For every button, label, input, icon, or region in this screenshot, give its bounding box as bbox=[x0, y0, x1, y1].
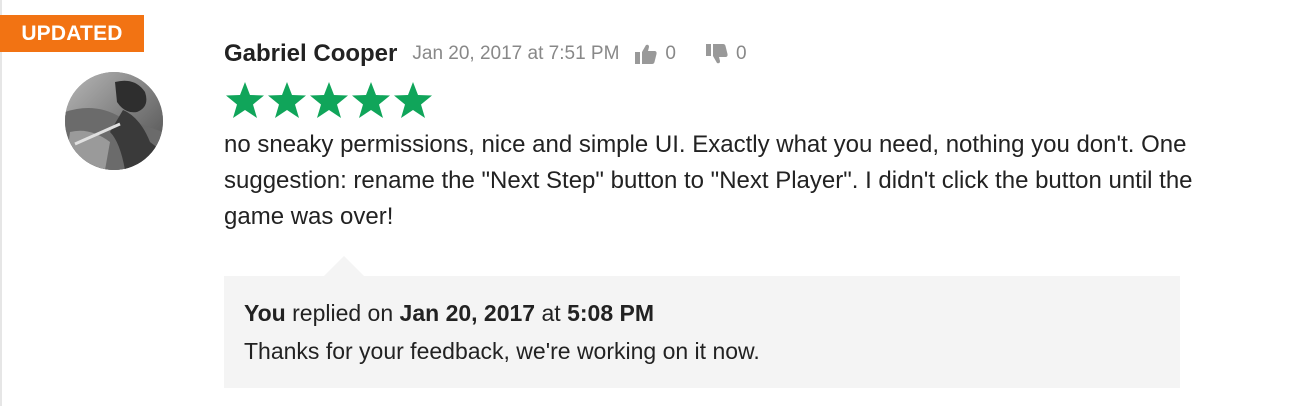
star-icon bbox=[310, 82, 348, 118]
thumbs-down-icon bbox=[706, 44, 728, 64]
reply-time: 5:08 PM bbox=[567, 300, 655, 326]
review-body: no sneaky permissions, nice and simple U… bbox=[224, 131, 1193, 230]
star-rating bbox=[224, 80, 434, 120]
reply-verb: replied on bbox=[285, 300, 400, 326]
avatar[interactable] bbox=[65, 72, 163, 170]
thumbs-down-count: 0 bbox=[736, 43, 747, 64]
star-icon bbox=[394, 82, 432, 118]
thumbs-up-button[interactable]: 0 bbox=[635, 43, 676, 65]
reply-date: Jan 20, 2017 bbox=[399, 300, 536, 326]
thumbs-up-icon bbox=[635, 44, 658, 64]
reply-body: Thanks for your feedback, we're working … bbox=[244, 338, 760, 364]
reply-author: You bbox=[244, 300, 286, 326]
review-card: UPDATED Gabriel Cooper Jan 20, 2017 at 7… bbox=[0, 0, 1304, 406]
left-divider bbox=[0, 0, 2, 406]
updated-badge: UPDATED bbox=[0, 15, 144, 52]
avatar-image bbox=[65, 72, 163, 170]
star-icon bbox=[226, 82, 264, 118]
reply-pointer bbox=[324, 256, 364, 276]
reviewer-name[interactable]: Gabriel Cooper bbox=[224, 40, 397, 68]
reply-box: You replied on Jan 20, 2017 at 5:08 PM T… bbox=[224, 276, 1180, 388]
reply-header: You replied on Jan 20, 2017 at 5:08 PM bbox=[244, 296, 654, 330]
star-icon bbox=[268, 82, 306, 118]
star-icon bbox=[352, 82, 390, 118]
thumbs-down-button[interactable]: 0 bbox=[706, 43, 747, 65]
review-header: Gabriel Cooper Jan 20, 2017 at 7:51 PM 0… bbox=[224, 36, 747, 72]
reply-at: at bbox=[535, 300, 568, 326]
thumbs-up-count: 0 bbox=[665, 43, 676, 64]
review-timestamp: Jan 20, 2017 at 7:51 PM bbox=[412, 43, 620, 64]
